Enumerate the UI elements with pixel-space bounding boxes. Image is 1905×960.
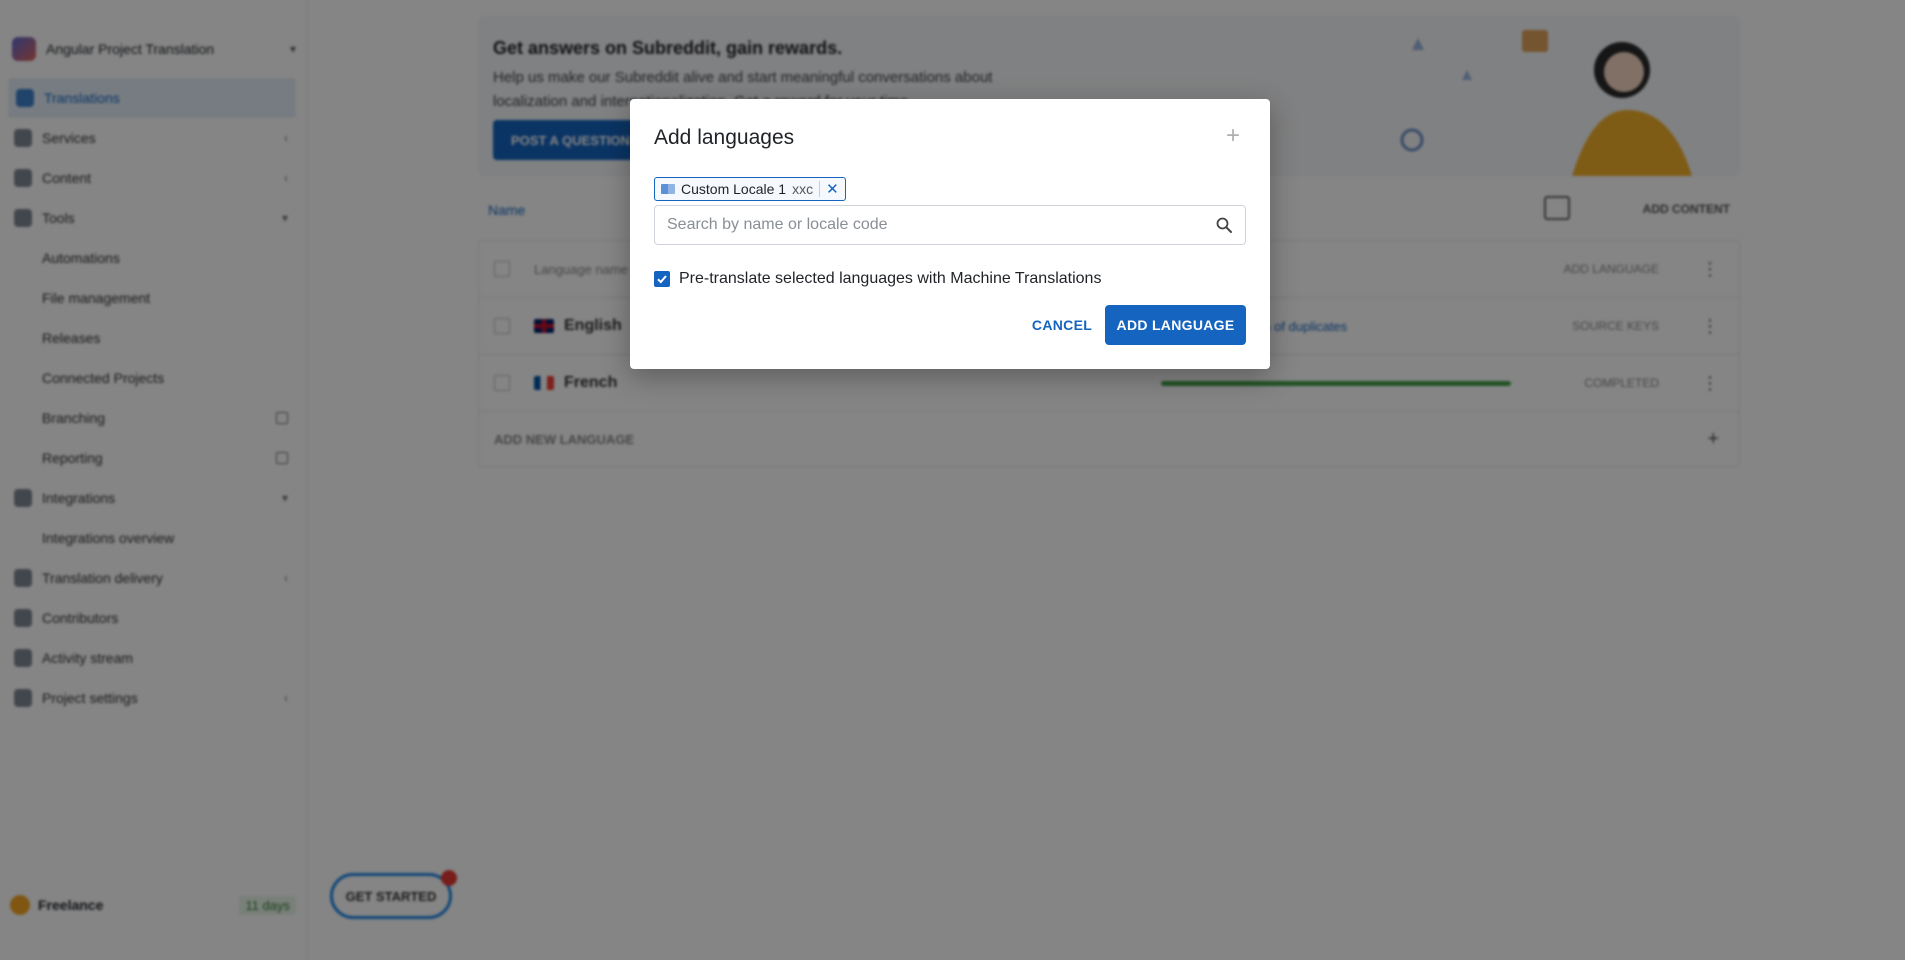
selected-language-chip: Custom Locale 1 xxc ✕	[654, 177, 846, 201]
chip-locale-code: xxc	[792, 181, 821, 197]
search-icon[interactable]	[1215, 216, 1233, 234]
language-search-field[interactable]	[654, 205, 1246, 245]
add-languages-dialog: Add languages + Custom Locale 1 xxc ✕ Pr…	[630, 99, 1270, 369]
pretranslate-label: Pre-translate selected languages with Ma…	[679, 270, 1102, 287]
pretranslate-option[interactable]: Pre-translate selected languages with Ma…	[654, 270, 1101, 288]
dialog-title: Add languages	[654, 126, 795, 149]
chip-label: Custom Locale 1	[681, 181, 787, 197]
remove-chip-icon[interactable]: ✕	[826, 180, 839, 198]
map-icon	[661, 184, 675, 194]
cancel-button[interactable]: CANCEL	[1019, 305, 1105, 345]
add-language-button[interactable]: ADD LANGUAGE	[1105, 305, 1246, 345]
language-search-input[interactable]	[667, 216, 1215, 234]
pretranslate-checkbox[interactable]	[654, 271, 670, 287]
close-icon[interactable]: +	[1220, 123, 1246, 149]
checkmark-icon	[657, 275, 667, 284]
